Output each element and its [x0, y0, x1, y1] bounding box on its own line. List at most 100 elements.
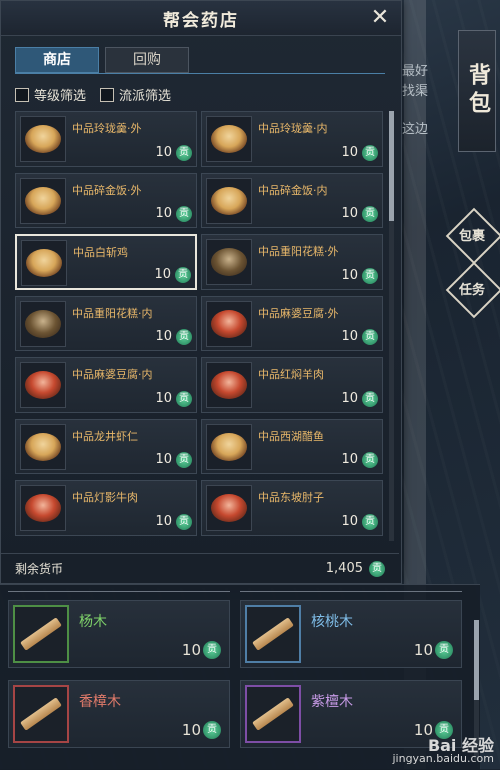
bag-button[interactable]: 包裹 [445, 207, 500, 265]
shop-item[interactable]: 中品玲珑羹·外 10 贡 [15, 111, 197, 167]
shop-item-price: 10 [155, 329, 172, 344]
tab-underline [15, 73, 385, 74]
currency-label: 剩余货币 [15, 562, 64, 576]
currency-amount: 1,405 贡 [325, 560, 385, 577]
shop-item[interactable]: 中品西湖醋鱼 10 贡 [201, 418, 383, 474]
contribution-coin-icon: 贡 [175, 266, 191, 283]
shop-item[interactable]: 中品重阳花糕·外 10 贡 [201, 234, 383, 290]
school-filter[interactable]: 流派筛选 [100, 85, 171, 104]
level-filter[interactable]: 等级筛选 [15, 85, 86, 104]
bag-item-price: 10 [181, 721, 201, 739]
currency-value: 1,405 [325, 561, 363, 576]
food-dish-icon [20, 485, 66, 531]
shop-item-name: 中品重阳花糕·内 [72, 306, 153, 320]
contribution-coin-icon: 贡 [362, 206, 378, 222]
shop-item[interactable]: 中品玲珑羹·内 10 贡 [201, 111, 383, 167]
food-dish-icon [206, 485, 252, 531]
watermark-brand: Bai 经验 [427, 736, 494, 755]
shop-item[interactable]: 中品东坡肘子 10 贡 [201, 480, 383, 536]
bag-item[interactable]: 核桃木 10 贡 [240, 600, 462, 668]
shop-item-name: 中品灯影牛肉 [72, 491, 138, 504]
currency-footer: 剩余货币 1,405 贡 [1, 553, 399, 583]
shop-item-name: 中品麻婆豆腐·外 [258, 306, 339, 320]
shop-item-name: 中品玲珑羹·内 [258, 122, 328, 135]
food-dish-icon [206, 362, 252, 408]
shop-item-name: 中品龙井虾仁 [72, 429, 138, 443]
food-dish-icon [206, 423, 252, 470]
shop-title: 帮会药店 [163, 10, 239, 31]
food-dish-icon [206, 239, 252, 285]
wood-plank-icon [245, 605, 301, 663]
shop-item-price: 10 [155, 144, 172, 160]
watermark-url: jingyan.baidu.com [392, 752, 494, 765]
shop-item[interactable]: 中品红焖羊肉 10 贡 [201, 357, 383, 413]
bag-item[interactable]: 香樟木 10 贡 [8, 680, 230, 748]
contribution-coin-icon: 贡 [362, 144, 378, 161]
food-dish-icon [20, 300, 66, 347]
shop-item-name: 中品碎金饭·外 [72, 183, 142, 197]
backpack-tab[interactable]: 背包 [458, 30, 496, 152]
filter-row: 等级筛选 流派筛选 [15, 85, 171, 104]
contribution-coin-icon: 贡 [176, 329, 192, 345]
shop-item[interactable]: 中品重阳花糕·内 10 贡 [15, 295, 197, 351]
wood-plank-icon [13, 685, 69, 743]
shop-item-name: 中品白斩鸡 [73, 246, 128, 259]
shop-scroll-thumb[interactable] [389, 111, 394, 221]
contribution-coin-icon: 贡 [176, 206, 192, 222]
bag-divider [240, 591, 462, 592]
shop-item-price: 10 [341, 329, 358, 344]
contribution-coin-icon: 贡 [176, 144, 192, 161]
shop-item[interactable]: 中品灯影牛肉 10 贡 [15, 480, 197, 536]
shop-window: 帮会药店 ✕ 商店 回购 等级筛选 流派筛选 中品玲珑羹·外 10 贡中品玲珑羹·内… [0, 0, 402, 584]
level-filter-checkbox[interactable] [15, 87, 29, 102]
shop-item-name: 中品东坡肘子 [258, 491, 324, 504]
school-filter-label: 流派筛选 [119, 89, 172, 104]
bag-item-name: 香樟木 [79, 694, 121, 710]
tab-shop[interactable]: 商店 [15, 47, 99, 73]
shop-item-price: 10 [155, 513, 172, 529]
shop-item-name: 中品西湖醋鱼 [258, 429, 324, 443]
contribution-coin-icon: 贡 [362, 390, 378, 407]
level-filter-label: 等级筛选 [34, 89, 87, 104]
food-dish-icon [20, 177, 66, 224]
contribution-coin-icon: 贡 [176, 513, 192, 530]
food-dish-icon [20, 362, 66, 408]
contribution-coin-icon: 贡 [203, 721, 221, 739]
food-dish-icon [20, 423, 66, 470]
background-text-2: 找渠 [402, 84, 429, 99]
shop-item[interactable]: 中品麻婆豆腐·内 10 贡 [15, 357, 197, 413]
food-dish-icon [206, 116, 252, 162]
school-filter-checkbox[interactable] [100, 87, 115, 102]
bag-item[interactable]: 杨木 10 贡 [8, 600, 230, 668]
shop-item-name: 中品碎金饭·内 [258, 183, 328, 197]
shop-item-grid: 中品玲珑羹·外 10 贡中品玲珑羹·内 10 贡中品碎金饭·外 10 贡中品碎金饭·内 10 贡… [15, 111, 383, 541]
bag-divider [8, 591, 230, 592]
shop-item[interactable]: 中品麻婆豆腐·外 10 贡 [201, 295, 383, 351]
quest-button-label: 任务 [458, 282, 485, 298]
shop-header: 帮会药店 ✕ [1, 1, 401, 36]
bag-scroll-thumb[interactable] [474, 620, 479, 700]
bag-button-label: 包裹 [458, 228, 485, 244]
food-dish-icon [206, 177, 252, 224]
shop-item-price: 10 [341, 513, 358, 529]
shop-item[interactable]: 中品白斩鸡 10 贡 [15, 234, 197, 290]
close-icon[interactable]: ✕ [367, 5, 393, 31]
tab-buyback[interactable]: 回购 [105, 47, 189, 73]
shop-item-name: 中品重阳花糕·外 [258, 245, 339, 258]
shop-item-price: 10 [341, 390, 358, 406]
quest-button[interactable]: 任务 [445, 261, 500, 319]
background-text-1: 最好 [402, 64, 429, 79]
background-text-3: 这边 [402, 122, 429, 137]
shop-item[interactable]: 中品碎金饭·外 10 贡 [15, 172, 197, 228]
food-dish-icon [206, 300, 252, 347]
shop-item-name: 中品红焖羊肉 [258, 368, 324, 381]
shop-item-price: 10 [341, 452, 358, 467]
contribution-coin-icon: 贡 [435, 641, 453, 659]
shop-scrollbar[interactable] [389, 111, 394, 541]
shop-item-price: 10 [341, 144, 358, 160]
shop-item-price: 10 [155, 390, 172, 406]
contribution-coin-icon: 贡 [362, 329, 378, 345]
wood-plank-icon [245, 685, 301, 743]
shop-item[interactable]: 中品碎金饭·内 10 贡 [201, 172, 383, 228]
shop-item[interactable]: 中品龙井虾仁 10 贡 [15, 418, 197, 474]
